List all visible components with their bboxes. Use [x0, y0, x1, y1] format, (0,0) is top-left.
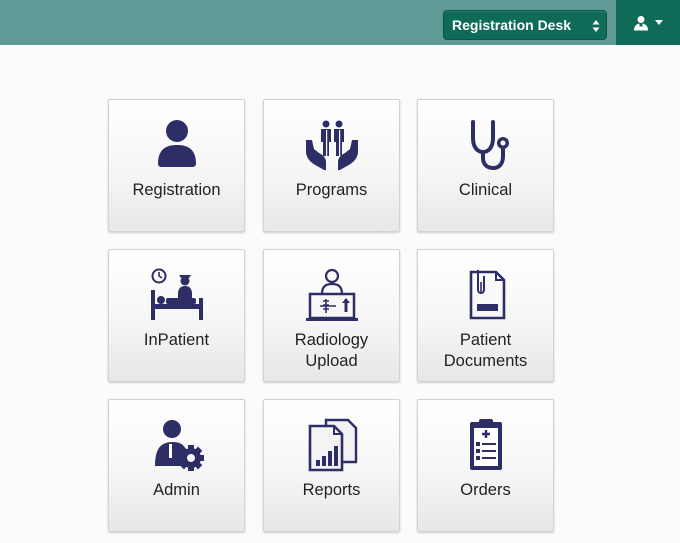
app-tile-programs[interactable]: Programs	[263, 99, 400, 232]
app-tile-reports[interactable]: Reports	[263, 399, 400, 532]
app-tile-clinical[interactable]: Clinical	[417, 99, 554, 232]
location-select[interactable]: Registration Desk	[443, 10, 607, 40]
app-tile-label: Radiology Upload	[294, 331, 369, 370]
app-tile-registration[interactable]: Registration	[108, 99, 245, 232]
document-clip-icon	[469, 270, 505, 320]
app-tile-label: Programs	[295, 181, 368, 199]
app-tile-inpatient[interactable]: InPatient	[108, 249, 245, 382]
app-tile-label: Admin	[153, 481, 200, 499]
app-tile-label: Reports	[302, 481, 361, 499]
xray-icon	[305, 268, 358, 321]
app-tile-label: Orders	[460, 481, 511, 499]
app-tile-label: Registration	[132, 181, 221, 199]
user-menu-button[interactable]	[616, 0, 680, 45]
admin-gear-icon	[154, 420, 204, 471]
location-select-value: Registration Desk	[452, 17, 572, 33]
app-tile-radiology-upload[interactable]: Radiology Upload	[263, 249, 400, 382]
app-tile-label: InPatient	[143, 331, 210, 349]
stethoscope-icon	[470, 120, 509, 171]
family-care-icon	[305, 120, 358, 170]
person-icon	[157, 120, 196, 167]
top-bar: Registration Desk	[0, 0, 680, 45]
caret-down-icon	[655, 20, 663, 25]
select-arrows-icon	[592, 20, 600, 32]
reports-icon	[308, 418, 357, 472]
clipboard-icon	[469, 419, 502, 470]
app-tile-label: Patient Documents	[443, 331, 528, 370]
app-tile-admin[interactable]: Admin	[108, 399, 245, 532]
hospital-bed-icon	[150, 268, 203, 320]
user-icon	[634, 15, 648, 30]
app-tile-patient-documents[interactable]: Patient Documents	[417, 249, 554, 382]
app-tile-orders[interactable]: Orders	[417, 399, 554, 532]
app-tile-label: Clinical	[458, 181, 513, 199]
